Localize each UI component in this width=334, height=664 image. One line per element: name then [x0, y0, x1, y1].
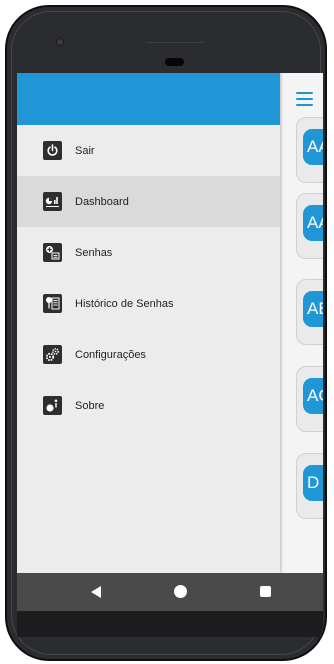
queue-badge: AAI: [303, 205, 323, 241]
drawer-item-label: Dashboard: [75, 195, 129, 208]
home-icon[interactable]: [174, 585, 187, 598]
drawer-item-label: Senhas: [75, 246, 113, 259]
drawer-item-label: Sair: [75, 144, 95, 157]
add-ticket-icon: [43, 243, 62, 262]
recent-apps-icon[interactable]: [260, 586, 271, 597]
queue-badge: AB/: [303, 291, 323, 327]
queue-badge: AA/: [303, 129, 323, 165]
drawer-menu: Sair Dashboard Senhas Histórico de Senha…: [17, 125, 280, 431]
drawer-item-sair[interactable]: Sair: [17, 125, 280, 176]
phone-frame: AA/ AAI AB/ AC D: [5, 5, 327, 661]
queue-card[interactable]: AA/: [296, 117, 323, 183]
drawer-header: [17, 73, 280, 125]
drawer-item-label: Sobre: [75, 399, 105, 412]
app-screen: AA/ AAI AB/ AC D: [17, 73, 323, 637]
drawer-item-label: Configurações: [75, 348, 146, 361]
back-icon[interactable]: [91, 586, 101, 598]
queue-badge: AC: [303, 378, 323, 414]
sensor-line: [146, 42, 204, 43]
phone-chin: [17, 611, 323, 637]
drawer-item-senhas[interactable]: Senhas: [17, 227, 280, 278]
drawer-item-sobre[interactable]: Sobre: [17, 380, 280, 431]
history-icon: [43, 294, 62, 313]
drawer-item-dashboard[interactable]: Dashboard: [17, 176, 280, 227]
queue-badge: D: [303, 465, 323, 501]
navigation-drawer: Sair Dashboard Senhas Histórico de Senha…: [17, 73, 280, 573]
camera: [56, 38, 64, 46]
drawer-item-label: Histórico de Senhas: [75, 297, 174, 310]
system-navigation-bar: [17, 573, 323, 611]
dashboard-icon: [43, 192, 62, 211]
gears-icon: [43, 345, 62, 364]
menu-icon[interactable]: [296, 92, 313, 106]
queue-card[interactable]: D: [296, 453, 323, 519]
queue-card[interactable]: AB/: [296, 279, 323, 345]
drawer-item-historico[interactable]: Histórico de Senhas: [17, 278, 280, 329]
queue-card[interactable]: AC: [296, 366, 323, 432]
power-icon: [43, 141, 62, 160]
earpiece-speaker: [165, 58, 184, 66]
queue-card[interactable]: AAI: [296, 193, 323, 259]
about-icon: [43, 396, 62, 415]
drawer-item-configuracoes[interactable]: Configurações: [17, 329, 280, 380]
